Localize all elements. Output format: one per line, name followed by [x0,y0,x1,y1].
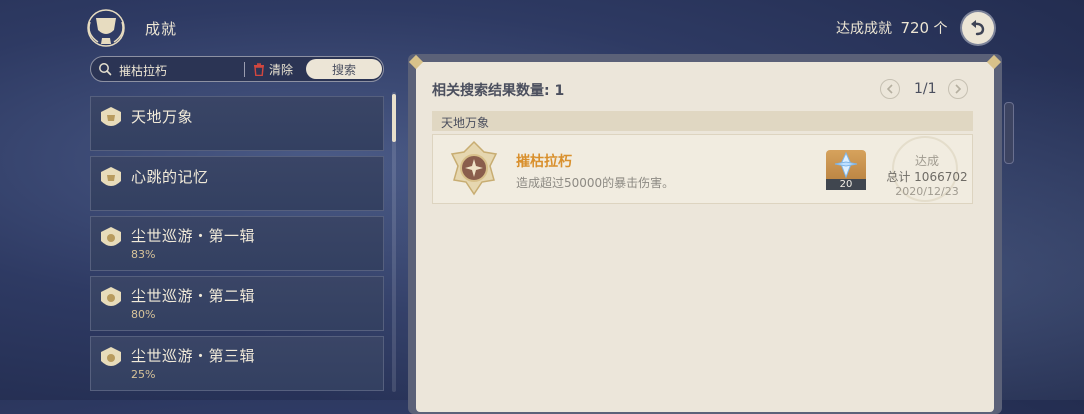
category-badge-icon [101,347,121,366]
category-badge-icon [101,107,121,126]
prev-page-button[interactable] [880,79,900,99]
chevron-left-icon [886,84,893,94]
category-badge-icon [101,227,121,246]
search-button[interactable]: 搜索 [306,59,382,79]
reward-quantity: 20 [826,179,866,190]
chevron-right-icon [955,84,962,94]
category-progress: 80% [131,308,156,321]
category-scrollbar[interactable] [392,94,396,142]
search-bar: 清除 搜索 [90,56,384,82]
category-progress: 83% [131,248,156,261]
achievement-count-display: 达成成就 720 个 [836,18,948,38]
category-item-chenshi-xunyou-2[interactable]: 尘世巡游・第二辑 80% [90,276,384,331]
category-name: 尘世巡游・第三辑 [131,347,256,365]
clear-label: 清除 [269,62,294,77]
achievement-count-value: 720 [900,19,930,37]
category-item-chenshi-xunyou-1[interactable]: 尘世巡游・第一辑 83% [90,216,384,271]
category-name: 心跳的记忆 [131,168,209,186]
category-item-chenshi-xunyou-3[interactable]: 尘世巡游・第三辑 25% [90,336,384,391]
primogem-icon [834,151,858,179]
achievement-title: 摧枯拉朽 [516,154,572,170]
trash-icon [254,62,264,76]
page-indicator: 1/1 [914,81,937,97]
category-name: 尘世巡游・第二辑 [131,287,256,305]
category-name: 天地万象 [131,108,194,126]
completion-stamp: 达成 总计 1066702 2020/12/23 [886,134,968,204]
search-input[interactable] [117,60,331,80]
achievement-count-label: 达成成就 [836,21,892,37]
back-button[interactable] [962,12,994,44]
completion-status: 达成 [914,154,939,168]
search-icon [99,63,112,76]
category-list: 天地万象 心跳的记忆 尘世巡游・第一辑 83% 尘世巡游・第二辑 80% 尘世巡… [90,96,384,396]
page-title: 成就 [145,20,178,38]
achievement-count-unit: 个 [933,21,948,37]
result-group-header: 天地万象 [432,111,973,131]
category-item-tiandi-wanxiang[interactable]: 天地万象 [90,96,384,151]
clear-button[interactable]: 清除 [253,60,293,78]
achievement-emblem-icon [87,9,125,47]
achievement-medal-icon [450,140,498,196]
reward-item[interactable]: 20 [826,150,866,190]
next-page-button[interactable] [948,79,968,99]
panel-side-handle[interactable] [1004,102,1014,164]
category-badge-icon [101,287,121,306]
back-arrow-icon [971,20,985,36]
category-badge-icon [101,167,121,186]
achievement-description: 造成超过50000的暴击伤害。 [516,176,675,190]
category-item-xintiao-de-jiyi[interactable]: 心跳的记忆 [90,156,384,211]
completion-total: 总计 1066702 [886,170,968,184]
category-name: 尘世巡游・第一辑 [131,227,256,245]
completion-date: 2020/12/23 [895,185,959,198]
result-count: 相关搜索结果数量: 1 [432,83,565,99]
category-progress: 25% [131,368,156,381]
search-divider [244,62,245,77]
